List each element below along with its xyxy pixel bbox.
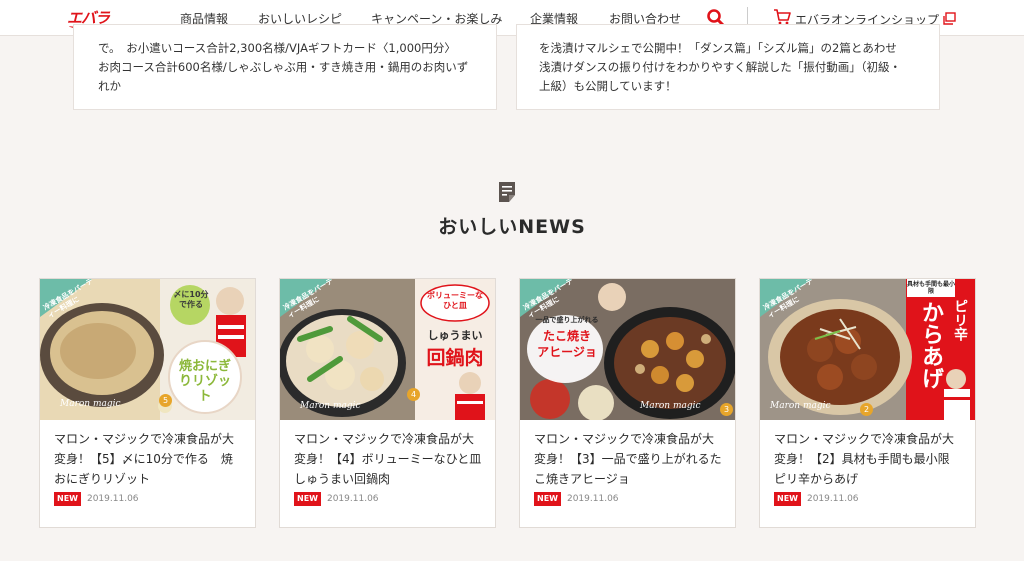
campaign-card[interactable]: で。 お小遣いコース合計2,300名様/VJAギフトカード〈1,000円分〉 お… (73, 24, 497, 110)
thumb-sub-text: ピリ辛 (952, 299, 968, 341)
news-card-title[interactable]: マロン・マジックで冷凍食品が大変身！【5】〆に10分で作る 焼おにぎりリゾット (54, 429, 244, 489)
thumb-number: 5 (159, 394, 172, 407)
news-card-meta: NEW 2019.11.06 (534, 492, 619, 506)
news-card[interactable]: 冷凍食品をパーティー料理に 〆に10分で作る 焼おにぎりリゾット Maron m… (39, 278, 256, 528)
news-date: 2019.11.06 (326, 494, 379, 504)
thumb-bubble-text: 具材も手間も最小限 (907, 281, 956, 295)
document-icon (495, 180, 519, 204)
thumb-sub-text: しゅうまい (427, 329, 483, 342)
thumb-signature: Maron magic (640, 401, 701, 411)
thumb-dish-text: たこ焼き (542, 329, 591, 343)
news-card-title[interactable]: マロン・マジックで冷凍食品が大変身！【2】具材も手間も最小限 ピリ辛からあげ (774, 429, 964, 489)
thumb-dish-text: 回鍋肉 (426, 347, 484, 369)
thumb-dish-text-2: アヒージョ (537, 345, 597, 359)
campaign-card-line: お肉コース合計600名様/しゃぶしゃぶ用・すき焼き用・鍋用のお肉いず (98, 60, 469, 74)
thumb-signature: Maron magic (300, 401, 361, 411)
campaign-card-line: で。 お小遣いコース合計2,300名様/VJAギフトカード〈1,000円分〉 (98, 41, 456, 55)
news-card[interactable]: 冷凍食品をパーティー料理に 一品で盛り上がれる たこ焼き アヒージョ Maron… (519, 278, 736, 528)
news-thumbnail[interactable]: 冷凍食品をパーティー料理に 〆に10分で作る 焼おにぎりリゾット Maron m… (40, 279, 255, 420)
section-title: おいしいNEWS (438, 216, 586, 238)
news-card[interactable]: 冷凍食品をパーティー料理に ボリューミーなひと皿 しゅうまい 回鍋肉 Maron… (279, 278, 496, 528)
news-card[interactable]: 冷凍食品をパーティー料理に 具材も手間も最小限 ピリ辛 からあげ Maron m… (759, 278, 976, 528)
new-badge: NEW (774, 492, 801, 506)
campaign-card-line: を浅漬けマルシェで公開中！「ダンス篇」「シズル篇」の2篇とあわせ (539, 41, 897, 55)
thumb-bubble-text: 一品で盛り上がれる (535, 316, 599, 324)
new-badge: NEW (294, 492, 321, 506)
thumb-number: 4 (407, 388, 420, 401)
campaign-card-line: 浅漬けダンスの振り付けをわかりやすく解説した「振付動画」（初級・ (539, 60, 902, 74)
news-card-meta: NEW 2019.11.06 (294, 492, 379, 506)
thumb-bubble-text: 〆に10分で作る (173, 290, 209, 309)
news-card-meta: NEW 2019.11.06 (774, 492, 859, 506)
news-card-meta: NEW 2019.11.06 (54, 492, 139, 506)
thumb-dish-text: からあげ (918, 301, 943, 389)
campaign-card-line: 上級）も公開しています！ (539, 79, 677, 93)
external-link-icon (943, 10, 956, 29)
thumb-bubble-text: ボリューミーなひと皿 (427, 291, 483, 310)
news-thumbnail[interactable]: 冷凍食品をパーティー料理に 具材も手間も最小限 ピリ辛 からあげ Maron m… (760, 279, 975, 420)
news-card-title[interactable]: マロン・マジックで冷凍食品が大変身！【3】一品で盛り上がれるたこ焼きアヒージョ (534, 429, 724, 489)
news-date: 2019.11.06 (806, 494, 859, 504)
news-thumbnail[interactable]: 冷凍食品をパーティー料理に 一品で盛り上がれる たこ焼き アヒージョ Maron… (520, 279, 735, 420)
thumb-signature: Maron magic (60, 399, 121, 409)
page: エバラ 商品情報 おいしいレシピ キャンペーン・お楽しみ 企業情報 お問い合わせ… (0, 0, 1024, 561)
news-date: 2019.11.06 (566, 494, 619, 504)
news-thumbnail[interactable]: 冷凍食品をパーティー料理に ボリューミーなひと皿 しゅうまい 回鍋肉 Maron… (280, 279, 495, 420)
header-divider (747, 7, 748, 24)
thumb-signature: Maron magic (770, 401, 831, 411)
news-card-title[interactable]: マロン・マジックで冷凍食品が大変身！【4】ボリューミーなひと皿 しゅうまい回鍋肉 (294, 429, 493, 489)
thumb-number: 2 (860, 403, 873, 416)
campaign-card[interactable]: を浅漬けマルシェで公開中！「ダンス篇」「シズル篇」の2篇とあわせ 浅漬けダンスの… (516, 24, 940, 110)
thumb-dish-text: 焼おにぎりリゾット (178, 359, 231, 404)
campaign-card-line: れか (98, 79, 121, 93)
new-badge: NEW (534, 492, 561, 506)
thumb-number: 3 (720, 403, 733, 416)
news-date: 2019.11.06 (86, 494, 139, 504)
new-badge: NEW (54, 492, 81, 506)
